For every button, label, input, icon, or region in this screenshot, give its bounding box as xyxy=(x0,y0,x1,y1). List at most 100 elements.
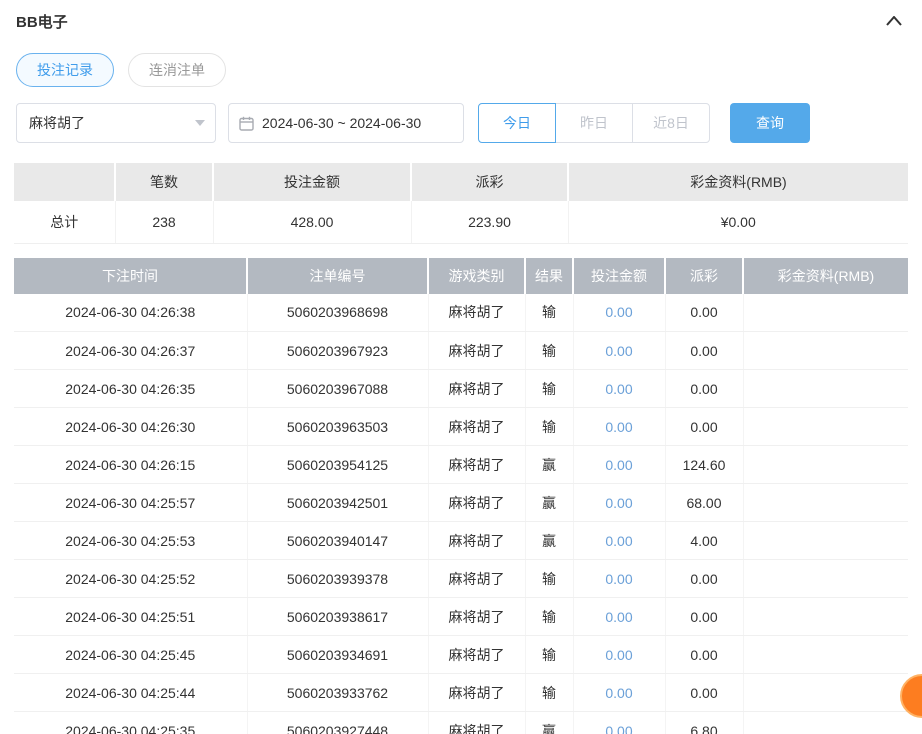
cell-order-number: 5060203938617 xyxy=(247,597,429,636)
cell-bet-amount: 0.00 xyxy=(573,521,666,560)
cell-payout: 0.00 xyxy=(665,559,744,598)
col-header-order-number: 注单编号 xyxy=(247,257,429,294)
cell-jackpot xyxy=(743,635,908,674)
summary-payout: 223.90 xyxy=(411,201,569,244)
cell-jackpot xyxy=(743,369,908,408)
cell-bet-time: 2024-06-30 04:25:52 xyxy=(14,559,248,598)
chevron-up-icon xyxy=(886,14,902,29)
cell-jackpot xyxy=(743,597,908,636)
cell-game-category: 麻将胡了 xyxy=(428,369,526,408)
col-header-game-category: 游戏类别 xyxy=(428,257,526,294)
summary-header-jackpot: 彩金资料(RMB) xyxy=(568,163,908,201)
cell-game-category: 麻将胡了 xyxy=(428,521,526,560)
search-button[interactable]: 查询 xyxy=(730,103,810,143)
date-range-value: 2024-06-30 ~ 2024-06-30 xyxy=(262,115,422,131)
cell-result: 赢 xyxy=(525,711,574,734)
cell-payout: 0.00 xyxy=(665,369,744,408)
tab-cancel-orders[interactable]: 连消注单 xyxy=(128,53,226,87)
cell-payout: 0.00 xyxy=(665,635,744,674)
cell-game-category: 麻将胡了 xyxy=(428,293,526,332)
cell-payout: 68.00 xyxy=(665,483,744,522)
page-title: BB电子 xyxy=(16,14,68,31)
filter-bar: 麻将胡了 2024-06-30 ~ 2024-06-30 今日 昨日 近8日 查… xyxy=(16,103,908,143)
cell-result: 输 xyxy=(525,597,574,636)
col-header-bet-time: 下注时间 xyxy=(14,257,248,294)
table-row: 2024-06-30 04:25:45 5060203934691 麻将胡了 输… xyxy=(14,635,908,674)
bet-amount-link[interactable]: 0.00 xyxy=(605,723,632,734)
bet-table: 下注时间 注单编号 游戏类别 结果 投注金额 派彩 彩金资料(RMB) 2024… xyxy=(14,257,908,734)
quick-range-group: 今日 昨日 近8日 xyxy=(478,103,710,143)
cell-jackpot xyxy=(743,673,908,712)
cell-result: 输 xyxy=(525,559,574,598)
table-row: 2024-06-30 04:25:51 5060203938617 麻将胡了 输… xyxy=(14,597,908,636)
cell-payout: 4.00 xyxy=(665,521,744,560)
bet-amount-link[interactable]: 0.00 xyxy=(605,609,632,625)
cell-game-category: 麻将胡了 xyxy=(428,673,526,712)
summary-header-bet-amount: 投注金额 xyxy=(213,163,412,201)
table-row: 2024-06-30 04:26:15 5060203954125 麻将胡了 赢… xyxy=(14,445,908,484)
cell-bet-amount: 0.00 xyxy=(573,597,666,636)
top-bar: BB电子 xyxy=(14,0,908,39)
tab-bet-records[interactable]: 投注记录 xyxy=(16,53,114,87)
table-row: 2024-06-30 04:26:30 5060203963503 麻将胡了 输… xyxy=(14,407,908,446)
cell-result: 输 xyxy=(525,369,574,408)
cell-order-number: 5060203940147 xyxy=(247,521,429,560)
cell-bet-amount: 0.00 xyxy=(573,673,666,712)
cell-order-number: 5060203942501 xyxy=(247,483,429,522)
cell-jackpot xyxy=(743,331,908,370)
cell-order-number: 5060203927448 xyxy=(247,711,429,734)
quick-yesterday-button[interactable]: 昨日 xyxy=(555,103,633,143)
summary-count: 238 xyxy=(115,201,214,244)
cell-bet-time: 2024-06-30 04:26:38 xyxy=(14,293,248,332)
cell-bet-time: 2024-06-30 04:25:44 xyxy=(14,673,248,712)
cell-bet-time: 2024-06-30 04:25:51 xyxy=(14,597,248,636)
bet-amount-link[interactable]: 0.00 xyxy=(605,304,632,320)
bet-amount-link[interactable]: 0.00 xyxy=(605,343,632,359)
bet-table-body: 2024-06-30 04:26:38 5060203968698 麻将胡了 输… xyxy=(14,293,908,734)
page: BB电子 投注记录 连消注单 麻将胡了 2024-06-30 ~ 2024-06… xyxy=(0,0,922,734)
bet-amount-link[interactable]: 0.00 xyxy=(605,381,632,397)
cell-jackpot xyxy=(743,711,908,734)
cell-bet-amount: 0.00 xyxy=(573,483,666,522)
bet-amount-link[interactable]: 0.00 xyxy=(605,419,632,435)
cell-jackpot xyxy=(743,559,908,598)
col-header-jackpot: 彩金资料(RMB) xyxy=(743,257,908,294)
cell-bet-time: 2024-06-30 04:26:15 xyxy=(14,445,248,484)
bet-amount-link[interactable]: 0.00 xyxy=(605,685,632,701)
cell-game-category: 麻将胡了 xyxy=(428,445,526,484)
bet-amount-link[interactable]: 0.00 xyxy=(605,457,632,473)
table-row: 2024-06-30 04:25:52 5060203939378 麻将胡了 输… xyxy=(14,559,908,598)
game-select[interactable]: 麻将胡了 xyxy=(16,103,216,143)
game-select-value: 麻将胡了 xyxy=(29,115,85,131)
bet-amount-link[interactable]: 0.00 xyxy=(605,533,632,549)
table-row: 2024-06-30 04:25:35 5060203927448 麻将胡了 赢… xyxy=(14,711,908,734)
cell-result: 输 xyxy=(525,635,574,674)
calendar-icon xyxy=(239,116,254,131)
quick-today-button[interactable]: 今日 xyxy=(478,103,556,143)
cell-bet-amount: 0.00 xyxy=(573,331,666,370)
cell-bet-time: 2024-06-30 04:25:35 xyxy=(14,711,248,734)
date-range-input[interactable]: 2024-06-30 ~ 2024-06-30 xyxy=(228,103,464,143)
cell-result: 赢 xyxy=(525,445,574,484)
bet-amount-link[interactable]: 0.00 xyxy=(605,647,632,663)
bet-amount-link[interactable]: 0.00 xyxy=(605,495,632,511)
cell-bet-amount: 0.00 xyxy=(573,711,666,734)
cell-order-number: 5060203968698 xyxy=(247,293,429,332)
collapse-button[interactable] xyxy=(882,10,906,33)
chevron-down-icon xyxy=(195,120,205,126)
cell-game-category: 麻将胡了 xyxy=(428,331,526,370)
quick-last8days-button[interactable]: 近8日 xyxy=(632,103,710,143)
bet-amount-link[interactable]: 0.00 xyxy=(605,571,632,587)
cell-payout: 0.00 xyxy=(665,331,744,370)
cell-order-number: 5060203954125 xyxy=(247,445,429,484)
table-row: 2024-06-30 04:25:44 5060203933762 麻将胡了 输… xyxy=(14,673,908,712)
cell-bet-time: 2024-06-30 04:26:30 xyxy=(14,407,248,446)
cell-bet-amount: 0.00 xyxy=(573,635,666,674)
cell-result: 赢 xyxy=(525,521,574,560)
col-header-payout: 派彩 xyxy=(665,257,744,294)
cell-payout: 0.00 xyxy=(665,407,744,446)
cell-bet-amount: 0.00 xyxy=(573,407,666,446)
summary-total-label: 总计 xyxy=(14,201,116,244)
cell-jackpot xyxy=(743,407,908,446)
summary-header-blank xyxy=(14,163,116,201)
